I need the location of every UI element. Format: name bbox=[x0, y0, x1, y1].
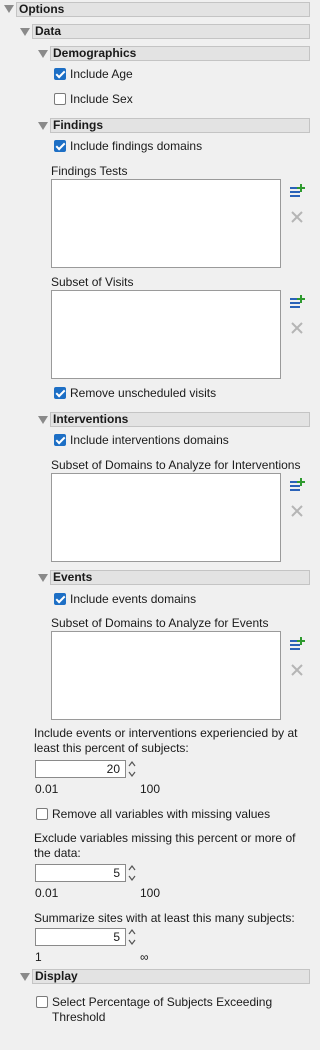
exclude-missing-label: Exclude variables missing this percent o… bbox=[34, 831, 296, 860]
threshold-label: Include events or interventions experien… bbox=[34, 726, 298, 755]
select-percentage-checkbox[interactable] bbox=[36, 996, 48, 1008]
demographics-header[interactable]: Demographics bbox=[50, 46, 310, 61]
include-findings-label: Include findings domains bbox=[70, 139, 203, 153]
select-percentage-label: Select Percentage of Subjects Exceeding … bbox=[52, 995, 273, 1024]
exclude-missing-input[interactable]: 5 bbox=[35, 864, 126, 882]
interventions-subset-list[interactable] bbox=[51, 473, 281, 562]
interventions-header[interactable]: Interventions bbox=[50, 412, 310, 427]
include-findings-checkbox[interactable] bbox=[54, 140, 66, 152]
remove-x-icon[interactable] bbox=[288, 208, 306, 226]
options-collapse-icon[interactable] bbox=[4, 5, 14, 13]
threshold-min: 0.01 bbox=[35, 782, 59, 796]
interventions-title: Interventions bbox=[53, 412, 129, 426]
events-collapse-icon[interactable] bbox=[38, 574, 48, 582]
options-header[interactable]: Options bbox=[16, 2, 310, 17]
include-interventions-label: Include interventions domains bbox=[70, 433, 229, 447]
exclude-missing-max: 100 bbox=[140, 886, 161, 900]
include-age-label: Include Age bbox=[70, 67, 133, 81]
findings-tests-list[interactable] bbox=[51, 179, 281, 268]
events-header[interactable]: Events bbox=[50, 570, 310, 585]
data-collapse-icon[interactable] bbox=[20, 28, 30, 36]
demographics-collapse-icon[interactable] bbox=[38, 50, 48, 58]
include-events-label: Include events domains bbox=[70, 592, 197, 606]
events-subset-label: Subset of Domains to Analyze for Events bbox=[51, 616, 269, 630]
remove-missing-label: Remove all variables with missing values bbox=[52, 807, 271, 821]
exclude-missing-spinner[interactable] bbox=[128, 864, 136, 882]
threshold-max: 100 bbox=[140, 782, 161, 796]
remove-x-icon[interactable] bbox=[288, 319, 306, 337]
add-list-icon[interactable] bbox=[288, 476, 306, 494]
findings-header[interactable]: Findings bbox=[50, 118, 310, 133]
events-title: Events bbox=[53, 570, 93, 584]
interventions-subset-label: Subset of Domains to Analyze for Interve… bbox=[51, 458, 301, 472]
findings-collapse-icon[interactable] bbox=[38, 122, 48, 130]
data-header[interactable]: Data bbox=[32, 24, 310, 39]
summarize-sites-spinner[interactable] bbox=[128, 928, 136, 946]
remove-missing-checkbox[interactable] bbox=[36, 808, 48, 820]
display-collapse-icon[interactable] bbox=[20, 973, 30, 981]
summarize-sites-max: ∞ bbox=[140, 950, 149, 964]
events-subset-list[interactable] bbox=[51, 631, 281, 720]
display-header[interactable]: Display bbox=[32, 969, 310, 984]
add-list-icon[interactable] bbox=[288, 293, 306, 311]
subset-visits-list[interactable] bbox=[51, 290, 281, 379]
summarize-sites-min: 1 bbox=[35, 950, 42, 964]
findings-title: Findings bbox=[53, 118, 103, 132]
threshold-input[interactable]: 20 bbox=[35, 760, 126, 778]
include-sex-checkbox[interactable] bbox=[54, 93, 66, 105]
summarize-sites-input[interactable]: 5 bbox=[35, 928, 126, 946]
include-sex-label: Include Sex bbox=[70, 92, 133, 106]
include-age-checkbox[interactable] bbox=[54, 68, 66, 80]
data-title: Data bbox=[35, 24, 62, 38]
display-title: Display bbox=[35, 969, 78, 983]
interventions-collapse-icon[interactable] bbox=[38, 416, 48, 424]
remove-x-icon[interactable] bbox=[288, 502, 306, 520]
summarize-sites-label: Summarize sites with at least this many … bbox=[34, 911, 295, 925]
options-title: Options bbox=[19, 2, 65, 16]
demographics-title: Demographics bbox=[53, 46, 137, 60]
add-list-icon[interactable] bbox=[288, 635, 306, 653]
subset-visits-label: Subset of Visits bbox=[51, 275, 134, 289]
remove-unscheduled-label: Remove unscheduled visits bbox=[70, 386, 217, 400]
threshold-spinner[interactable] bbox=[128, 760, 136, 778]
add-list-icon[interactable] bbox=[288, 182, 306, 200]
findings-tests-label: Findings Tests bbox=[51, 164, 128, 178]
exclude-missing-min: 0.01 bbox=[35, 886, 59, 900]
include-events-checkbox[interactable] bbox=[54, 593, 66, 605]
remove-unscheduled-checkbox[interactable] bbox=[54, 387, 66, 399]
include-interventions-checkbox[interactable] bbox=[54, 434, 66, 446]
remove-x-icon[interactable] bbox=[288, 661, 306, 679]
